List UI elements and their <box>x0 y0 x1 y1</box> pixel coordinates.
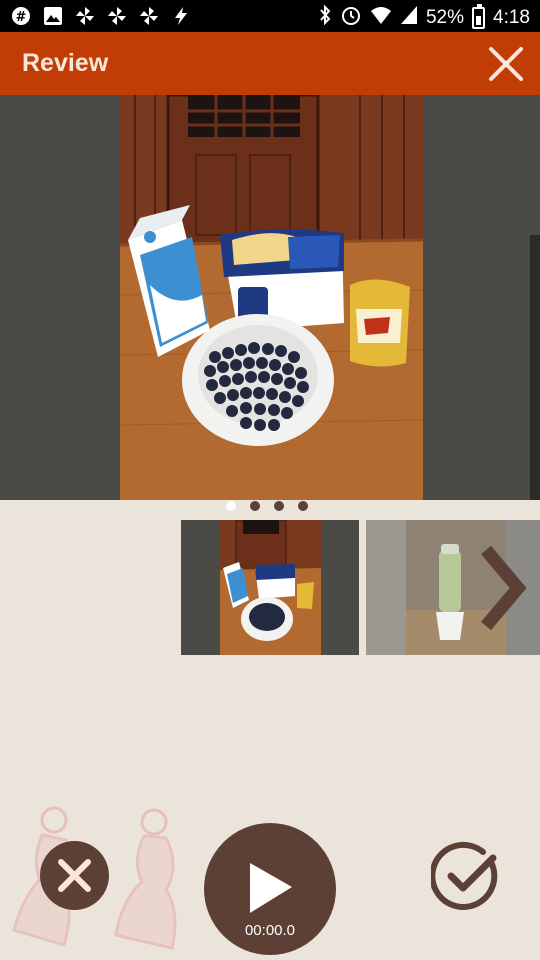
battery-percent: 52% <box>425 7 465 28</box>
clock: 4:18 <box>493 7 530 28</box>
page-dot <box>274 501 284 511</box>
close-button[interactable] <box>486 44 526 84</box>
next-preview-edge <box>530 235 540 500</box>
pinwheel-icon <box>138 5 160 27</box>
page-indicator <box>226 501 308 511</box>
status-bar: # 52% 4:18 <box>0 0 540 32</box>
media-preview[interactable] <box>0 95 540 500</box>
page-title: Review <box>22 49 109 77</box>
check-icon <box>429 841 498 910</box>
pinwheel-icon <box>106 5 128 27</box>
thumbnail-blender[interactable] <box>366 520 540 655</box>
thumbnail-image <box>220 520 321 655</box>
signal-icon <box>400 5 418 31</box>
page-dot <box>250 501 260 511</box>
slack-icon: # <box>10 5 32 27</box>
page-dot <box>226 501 236 511</box>
pinwheel-icon <box>74 5 96 27</box>
cancel-button[interactable] <box>40 841 109 910</box>
close-icon <box>489 47 523 81</box>
wifi-icon <box>370 5 392 31</box>
svg-text:#: # <box>16 10 27 25</box>
gallery-icon <box>42 5 64 27</box>
play-time: 00:00.0 <box>244 922 296 939</box>
x-icon <box>58 859 91 892</box>
preview-photo <box>120 95 423 500</box>
chevron-right-icon[interactable] <box>480 542 526 634</box>
app-bar: Review <box>0 32 540 95</box>
thumbnail-ingredients[interactable] <box>181 520 359 655</box>
flash-icon <box>170 5 192 27</box>
battery-icon <box>472 4 486 29</box>
play-button[interactable]: 00:00.0 <box>204 823 336 955</box>
confirm-button[interactable] <box>429 840 503 912</box>
bluetooth-icon <box>318 4 332 32</box>
page-dot <box>298 501 308 511</box>
alarm-icon <box>340 4 362 32</box>
